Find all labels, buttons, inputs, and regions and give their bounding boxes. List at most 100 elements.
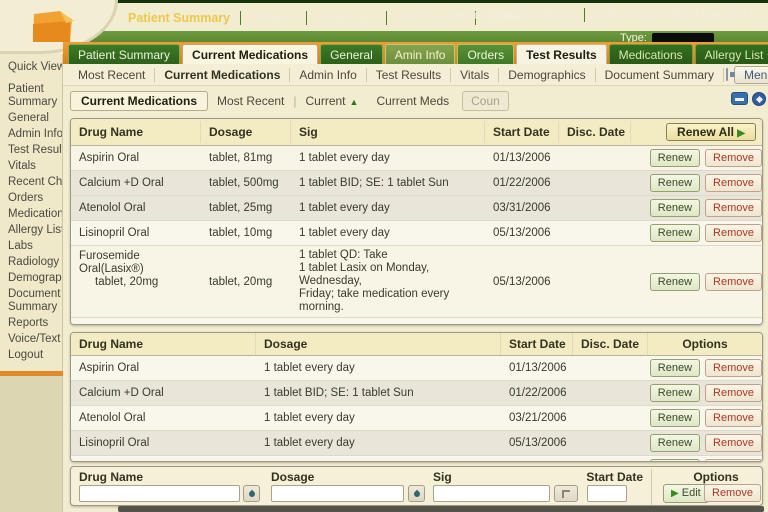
sidebar-item-document-summary[interactable]: Document Summary: [8, 288, 62, 314]
subtab-count-disabled[interactable]: Coun: [462, 91, 509, 111]
tab-current-medications[interactable]: Current Medications: [182, 44, 318, 64]
table1-header: Drug Name Dosage Sig Start Date Disc. Da…: [71, 119, 762, 146]
sidebar-item-demographics[interactable]: Demographics: [8, 272, 62, 285]
sidebar-item-labs[interactable]: Labs: [8, 240, 62, 253]
cell-dosage: tablet, 25mg: [201, 199, 291, 217]
sidebar-item-vitals[interactable]: Vitals: [8, 160, 62, 173]
cell-drug-name: Cozaar® Oral (Losartan Potassium): [71, 321, 201, 326]
cell-dosage: 1 tablet every day: [256, 359, 501, 377]
tab-medications[interactable]: Medications: [609, 44, 693, 64]
cell-disc-date: [559, 205, 631, 211]
remove-button[interactable]: Remove: [705, 174, 762, 192]
drug-lookup-button[interactable]: [243, 485, 260, 502]
nav-current-medications[interactable]: Current Medications: [155, 68, 290, 82]
sidebar-item-admin-info[interactable]: Admin Info: [8, 128, 62, 141]
tab-allergy-list[interactable]: Allergy List▾: [695, 44, 768, 64]
cell-dosage: tablet, 10mg: [201, 224, 291, 242]
medication-entry-form: Drug Name Dosage Sig Start Date Options …: [70, 466, 763, 506]
cell-disc-date: [559, 155, 631, 161]
start-date-input[interactable]: [587, 485, 627, 502]
renew-button[interactable]: Renew: [650, 174, 700, 192]
renew-button[interactable]: Renew: [650, 199, 700, 217]
table1-header-dosage: Dosage: [201, 121, 291, 143]
table2-header-options: Options: [648, 333, 762, 355]
menu-button[interactable]: Menu: [734, 66, 768, 84]
tab-test-results[interactable]: Test Results: [516, 44, 606, 64]
sidebar-item-radiology[interactable]: Radiology: [8, 256, 62, 269]
nav-admin-info[interactable]: Admin Info: [290, 68, 366, 82]
renew-button[interactable]: Renew: [650, 224, 700, 242]
top-menu-patient-summary[interactable]: Patient Summary: [118, 11, 240, 25]
renew-button[interactable]: Renew: [650, 409, 700, 427]
drug-name-main: Cozaar® Oral: [79, 324, 201, 326]
renew-button[interactable]: Renew: [650, 273, 700, 291]
renew-button[interactable]: Renew: [650, 459, 700, 462]
subtab-current-meds[interactable]: Current Meds: [367, 94, 458, 108]
renew-all-button[interactable]: Renew All ▶: [666, 123, 756, 141]
top-menu-general[interactable]: General: [240, 11, 305, 25]
minimize-icon[interactable]: [731, 92, 748, 105]
renew-button[interactable]: Renew: [650, 359, 700, 377]
tab-allergy-list-label: Allergy List: [705, 48, 764, 62]
tab-orders[interactable]: Orders: [457, 44, 514, 64]
sidebar-item-allergy-list[interactable]: Allergy List: [8, 224, 62, 237]
remove-button[interactable]: Remove: [705, 409, 762, 427]
form-remove-button[interactable]: Remove: [704, 484, 761, 502]
table-row: Lisinopril Oral 1 tablet every day 05/13…: [71, 431, 762, 456]
cell-actions: Renew Remove: [631, 324, 762, 325]
remove-button[interactable]: Remove: [705, 359, 762, 377]
tab-general[interactable]: General: [320, 44, 383, 64]
sig-input[interactable]: [433, 485, 550, 502]
tab-amin-info[interactable]: Amin Info: [385, 44, 456, 64]
cell-start-date: 01/13/2006: [485, 149, 559, 167]
top-menu-admin-info[interactable]: Admin Info: [306, 11, 387, 25]
drug-name-input[interactable]: [79, 485, 240, 502]
cell-actions: Renew Remove: [631, 221, 762, 245]
sidebar-item-general[interactable]: General: [8, 112, 62, 125]
table-row: Furosemide Oral(Lasix®) tablet, 20mg tab…: [71, 246, 762, 318]
sidebar-item-logout[interactable]: Logout: [8, 349, 62, 362]
subtab-current-medications[interactable]: Current Medications: [70, 91, 208, 111]
table1-header-actions: Renew All ▶: [631, 119, 762, 145]
sidebar-item-medications[interactable]: Medications: [8, 208, 62, 221]
nav-test-results[interactable]: Test Results: [367, 68, 451, 82]
cell-actions: Renew Remove: [631, 146, 762, 170]
remove-button[interactable]: Remove: [705, 199, 762, 217]
dosage-lookup-button[interactable]: [408, 485, 425, 502]
sidebar-item-test-results[interactable]: Test Results: [8, 144, 62, 157]
sidebar-item-recent-chart[interactable]: Recent Chart: [8, 176, 62, 189]
remove-button[interactable]: Remove: [705, 434, 762, 452]
sidebar-item-patient-summary[interactable]: Patient Summary: [8, 83, 62, 109]
remove-button[interactable]: Remove: [705, 384, 762, 402]
subtab-current-sort[interactable]: Current▲: [297, 94, 368, 108]
table-row: Cozaar® Oral (Losartan Potassium) tablet…: [71, 318, 762, 325]
nav-vitals[interactable]: Vitals: [451, 68, 499, 82]
remove-button[interactable]: Remove: [705, 149, 762, 167]
sidebar-item-voice-text[interactable]: Voice/Text Notes: [8, 333, 62, 346]
edit-arrow-icon: ▶: [671, 488, 679, 499]
subtab-most-recent[interactable]: Most Recent: [208, 94, 293, 108]
sig-template-button[interactable]: [554, 485, 578, 502]
gear-icon[interactable]: [752, 92, 766, 106]
nav-demographics[interactable]: Demographics: [499, 68, 595, 82]
renew-button[interactable]: Renew: [650, 384, 700, 402]
nav-document-summary[interactable]: Document Summary: [596, 68, 724, 82]
dosage-input[interactable]: [271, 485, 404, 502]
bottom-edge-bar: [118, 506, 764, 512]
subtab-current-label: Current: [306, 94, 346, 108]
renew-button[interactable]: Renew: [650, 149, 700, 167]
nav-most-recent[interactable]: Most Recent: [69, 68, 155, 82]
sidebar-item-reports[interactable]: Reports: [8, 317, 62, 330]
remove-button[interactable]: Remove: [705, 459, 762, 462]
tab-patient-summary[interactable]: Patient Summary: [68, 44, 180, 64]
sidebar-item-orders[interactable]: Orders: [8, 192, 62, 205]
remove-button[interactable]: Remove: [705, 224, 762, 242]
renew-button[interactable]: Renew: [650, 434, 700, 452]
table2-header-start: Start Date: [501, 333, 573, 355]
window-icon[interactable]: [726, 68, 728, 81]
cell-drug-name: Furosemide Oral (Lasix®), 20mg: [71, 459, 256, 462]
cell-dosage: 1 tablet every day: [256, 409, 501, 427]
remove-button[interactable]: Remove: [705, 273, 762, 291]
edit-button[interactable]: ▶ Edit: [663, 484, 709, 503]
sidebar-item-quick-view[interactable]: Quick View: [8, 61, 62, 74]
